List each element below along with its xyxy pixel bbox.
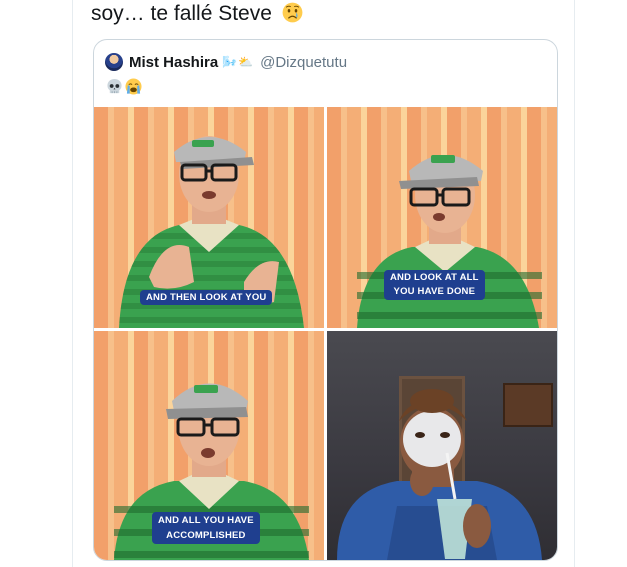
meme-panel-4[interactable] [327, 331, 557, 560]
display-name[interactable]: Mist Hashira [129, 54, 218, 71]
meme-caption-3: AND ALL YOU HAVE ACCOMPLISHED [152, 512, 260, 544]
tweet-text: soy… te fallé Steve [91, 2, 272, 25]
timeline-left-border [72, 0, 73, 567]
timeline-right-border [574, 0, 575, 567]
avatar[interactable] [105, 53, 123, 71]
quoted-tweet-text [106, 78, 142, 95]
meme-panel-3[interactable]: AND ALL YOU HAVE ACCOMPLISHED [94, 331, 324, 560]
meme-caption-2: AND LOOK AT ALL YOU HAVE DONE [384, 270, 485, 300]
media-grid[interactable]: AND THEN LOOK AT YOU AND LOOK AT ALL YOU… [94, 107, 557, 560]
person-figure [337, 389, 542, 560]
meme-panel-2[interactable]: AND LOOK AT ALL YOU HAVE DONE [327, 107, 557, 328]
meme-panel-1[interactable]: AND THEN LOOK AT YOU [94, 107, 324, 328]
user-handle[interactable]: @Dizquetutu [260, 54, 347, 71]
quoted-tweet-card[interactable]: Mist Hashira 🌬️⛅ @Dizquetutu AND THEN LO… [93, 39, 558, 561]
crying-face-icon [282, 2, 303, 23]
skull-icon [107, 78, 122, 94]
tweet-body: soy… te fallé Steve [91, 2, 303, 26]
quoted-tweet-header: Mist Hashira 🌬️⛅ @Dizquetutu [105, 52, 347, 72]
loudly-crying-face-icon [125, 78, 142, 95]
meme-caption-1: AND THEN LOOK AT YOU [140, 290, 273, 305]
name-emojis: 🌬️⛅ [222, 55, 255, 69]
